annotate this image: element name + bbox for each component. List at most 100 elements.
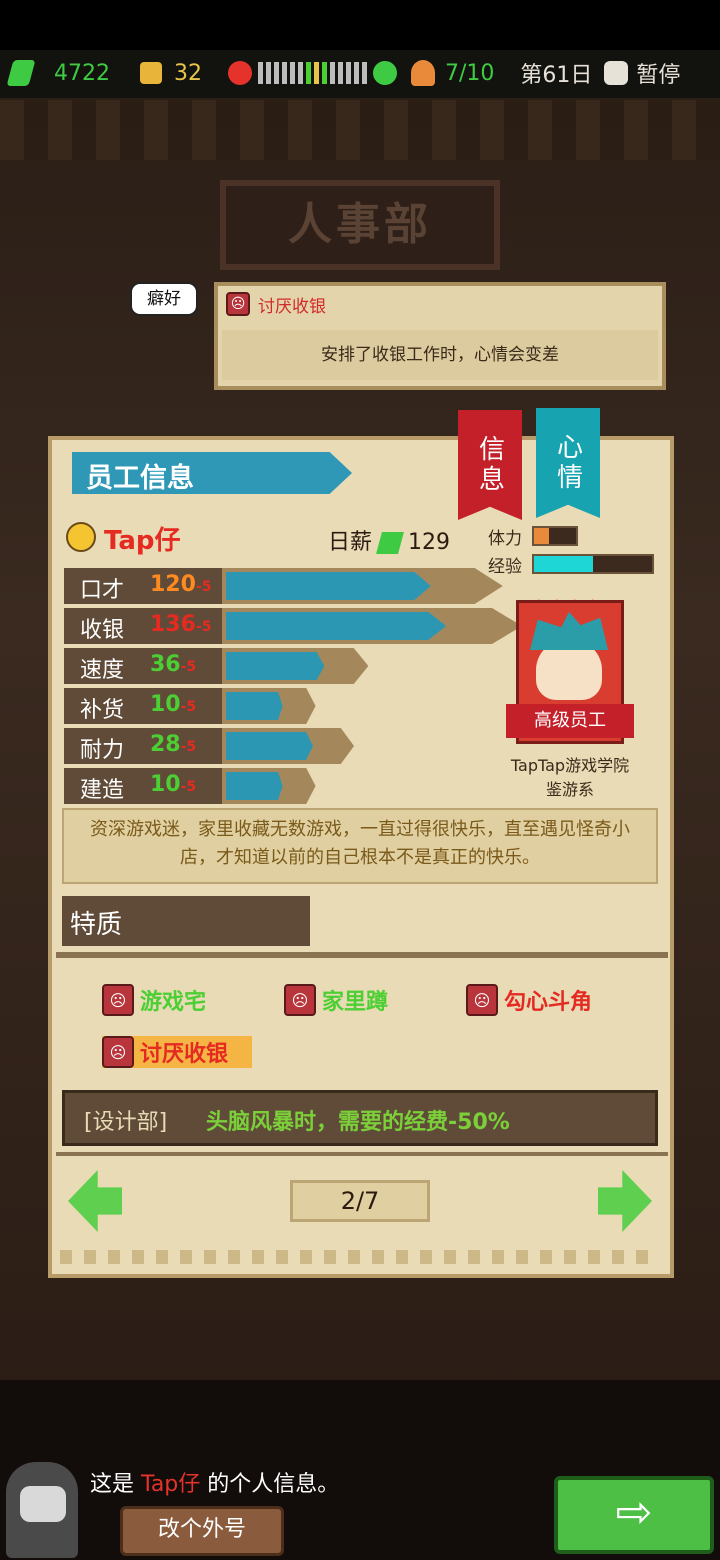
traits-title: 特质 (70, 910, 123, 940)
stat-penalty: -5 (195, 579, 212, 595)
rename-button[interactable]: 改个外号 (120, 1506, 284, 1556)
trait-item[interactable]: ☹ 游戏宅 (102, 984, 206, 1016)
hobby-description: 安排了收银工作时，心情会变差 (222, 330, 658, 380)
stat-number: 28 (150, 732, 181, 757)
hud: 4722 32 7/10 第61日 暂停 (6, 56, 710, 90)
mood-segment (282, 62, 287, 84)
mood-segment (338, 62, 343, 84)
trait-label: 勾心斗角 (504, 990, 593, 1015)
mood-segment (322, 62, 327, 84)
staff-icon (411, 60, 435, 86)
stat-value: 10-5 (150, 772, 196, 797)
dialog-prefix: 这是 (90, 1472, 135, 1497)
stat-penalty: -5 (180, 699, 197, 715)
exp-fill (534, 556, 593, 572)
hobby-tag: 癖好 (132, 284, 196, 314)
stat-row: 建造 10-5 (64, 768, 464, 804)
stat-value: 28-5 (150, 732, 196, 757)
mood-segment (290, 62, 295, 84)
stat-penalty: -5 (180, 659, 197, 675)
trait-item[interactable]: ☹ 勾心斗角 (466, 984, 592, 1016)
stat-row: 速度 36-5 (64, 648, 464, 684)
stat-name: 速度 (80, 658, 125, 683)
stat-row: 补货 10-5 (64, 688, 464, 724)
trait-label: 游戏宅 (140, 990, 207, 1015)
stat-fill (226, 612, 446, 640)
mood-segment (362, 62, 367, 84)
cash-icon (376, 532, 404, 554)
happy-face-icon (373, 61, 397, 85)
wall-pattern (0, 100, 720, 160)
money-icon (6, 60, 36, 86)
stat-value: 136-5 (150, 612, 212, 637)
dialog-suffix: 的个人信息。 (207, 1472, 340, 1497)
stat-name: 建造 (80, 778, 125, 803)
stat-fill (226, 692, 283, 720)
stat-value: 120-5 (150, 572, 212, 597)
day-counter: 第61日 (520, 63, 593, 88)
stat-name: 收银 (80, 618, 125, 643)
trait-label: 家里蹲 (322, 990, 389, 1015)
dislike-trait-icon: ☹ (226, 292, 250, 316)
stat-row: 收银 136-5 (64, 608, 522, 644)
stat-number: 36 (150, 652, 181, 677)
panel-border-decoration (60, 1250, 660, 1264)
mood-bar (258, 62, 367, 84)
pause-button[interactable]: 暂停 (636, 57, 680, 89)
room-sign: 人事部 (220, 180, 500, 270)
mood-segment (298, 62, 303, 84)
staff-count: 7/10 (445, 60, 495, 86)
stat-fill (226, 652, 325, 680)
mood-segment (258, 62, 263, 84)
school: TapTap游戏学院 鉴游系 (492, 754, 648, 802)
room-title: 人事部 (288, 199, 432, 250)
money-value: 4722 (54, 60, 110, 86)
school-major: 鉴游系 (545, 780, 594, 799)
stat-row: 耐力 28-5 (64, 728, 464, 764)
salary: 日薪 129 (328, 524, 450, 556)
stat-penalty: -5 (195, 619, 212, 635)
section-title: 员工信息 (86, 463, 194, 494)
stat-number: 10 (150, 692, 181, 717)
top-bar (0, 0, 720, 50)
trait-icon: ☹ (284, 984, 316, 1016)
mood-segment (306, 62, 311, 84)
divider (56, 952, 668, 958)
stat-name: 耐力 (80, 738, 125, 763)
mood-segment (274, 62, 279, 84)
mood-segment (330, 62, 335, 84)
stat-fill (226, 732, 313, 760)
effect-text: 头脑风暴时，需要的经费-50% (206, 1110, 510, 1135)
angry-face-icon (228, 61, 252, 85)
stamina-label: 体力 (488, 529, 522, 549)
stat-number: 120 (150, 572, 196, 597)
stat-penalty: -5 (180, 739, 197, 755)
tab-info[interactable]: 信息 (458, 410, 522, 520)
tab-mood[interactable]: 心情 (536, 408, 600, 518)
mood-face-icon (66, 522, 96, 552)
stat-number: 136 (150, 612, 196, 637)
stat-penalty: -5 (180, 779, 197, 795)
mood-segment (266, 62, 271, 84)
hobby-title: 讨厌收银 (258, 297, 326, 317)
trait-icon: ☹ (466, 984, 498, 1016)
npc-face (20, 1486, 66, 1522)
trait-icon: ☹ (102, 1036, 134, 1068)
pause-icon[interactable] (604, 61, 629, 85)
salary-value: 129 (408, 530, 451, 555)
stat-value: 36-5 (150, 652, 196, 677)
dialog-name: Tap仔 (141, 1472, 201, 1497)
page-indicator: 2/7 (290, 1180, 430, 1222)
trait-label: 讨厌收银 (140, 1042, 229, 1067)
trait-item[interactable]: ☹ 家里蹲 (284, 984, 388, 1016)
school-name: TapTap游戏学院 (510, 756, 630, 775)
stamina-bar (532, 526, 578, 546)
employee-name: Tap仔 (104, 526, 181, 556)
confirm-arrow-button[interactable]: ⇨ (554, 1476, 714, 1554)
stat-fill (226, 772, 283, 800)
trait-item[interactable]: ☹ 讨厌收银 (102, 1036, 253, 1068)
mood-segment (314, 62, 319, 84)
bio-text: 资深游戏迷，家里收藏无数游戏，一直过得很快乐，直至遇见怪奇小店，才知道以前的自己… (62, 808, 658, 884)
stat-value: 10-5 (150, 692, 196, 717)
trait-icon: ☹ (102, 984, 134, 1016)
